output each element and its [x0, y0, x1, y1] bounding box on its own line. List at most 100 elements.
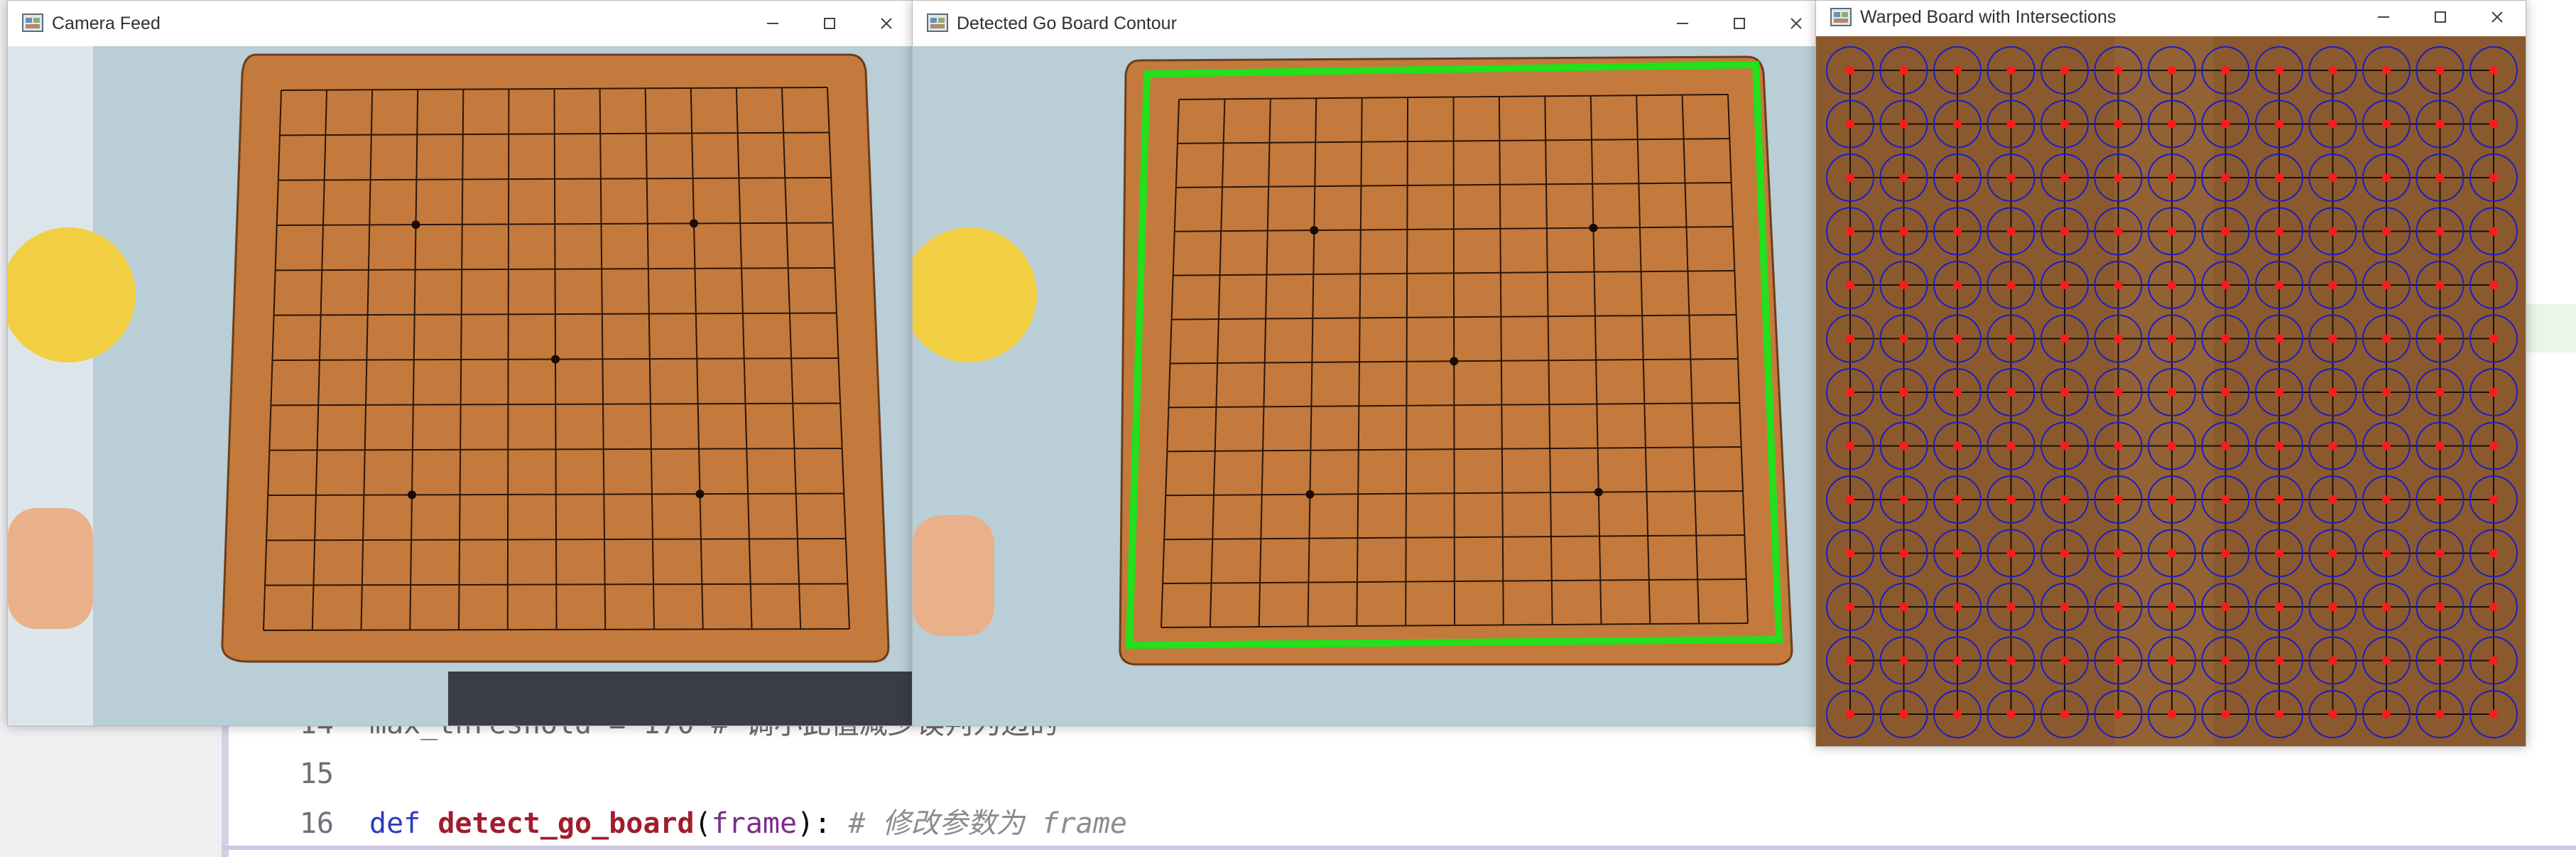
- maximize-button[interactable]: [801, 1, 858, 46]
- intersection-dot: [2114, 334, 2123, 343]
- intersection-dot: [1953, 388, 1962, 397]
- star-point: [411, 220, 420, 230]
- intersection-dot: [1899, 388, 1908, 397]
- close-icon: [2491, 11, 2503, 23]
- contour-image: [913, 46, 1825, 726]
- intersection-dot: [2435, 603, 2445, 611]
- intersection-dot: [1899, 119, 1908, 129]
- intersection-dot: [2006, 388, 2016, 397]
- intersection-dot: [2060, 227, 2069, 236]
- window-titlebar[interactable]: Camera Feed: [8, 1, 915, 46]
- intersection-dot: [2168, 441, 2176, 451]
- minimize-button[interactable]: [744, 1, 801, 46]
- intersection-dot: [2435, 495, 2445, 504]
- intersection-dot: [2435, 441, 2445, 451]
- intersection-dot: [2006, 227, 2016, 236]
- intersection-dot: [1899, 173, 1908, 182]
- intersection-dot: [2382, 227, 2391, 236]
- star-point: [408, 490, 416, 500]
- intersection-dot: [1899, 710, 1908, 718]
- window-titlebar[interactable]: Warped Board with Intersections: [1816, 1, 2526, 36]
- intersection-dot: [2435, 656, 2445, 665]
- intersection-dot: [2060, 334, 2069, 343]
- intersection-dot: [1953, 710, 1962, 718]
- intersection-dot: [2006, 495, 2016, 504]
- warped-board-window[interactable]: Warped Board with Intersections: [1815, 0, 2526, 747]
- intersection-dot: [2435, 334, 2445, 343]
- star-point: [1450, 357, 1459, 366]
- intersection-dot: [1846, 334, 1854, 343]
- intersection-dot: [2489, 388, 2498, 397]
- warped-board-canvas: [1816, 36, 2526, 746]
- window-titlebar[interactable]: Detected Go Board Contour: [913, 1, 1825, 46]
- intersection-dot: [1899, 495, 1908, 504]
- intersection-dot: [2060, 66, 2069, 75]
- intersection-dot: [2489, 119, 2498, 129]
- intersection-dot: [2114, 495, 2123, 504]
- intersection-dot: [1899, 281, 1908, 289]
- intersection-dot: [2221, 173, 2230, 182]
- function-name: detect_go_board: [438, 807, 695, 840]
- intersection-dot: [1953, 495, 1962, 504]
- close-button[interactable]: [2469, 1, 2526, 33]
- intersection-dot: [2275, 549, 2283, 558]
- minimize-button[interactable]: [1654, 1, 1711, 46]
- intersection-dot: [2382, 656, 2391, 665]
- intersection-dot: [2114, 119, 2123, 129]
- intersection-dot: [1953, 441, 1962, 451]
- intersection-dot: [2382, 388, 2391, 397]
- intersection-dot: [2328, 441, 2337, 451]
- intersection-dot: [2221, 603, 2230, 611]
- star-point: [551, 355, 560, 364]
- intersection-dot: [1899, 603, 1908, 611]
- detected-contour-window[interactable]: Detected Go Board Contour: [912, 0, 1825, 726]
- intersection-dot: [2328, 388, 2337, 397]
- intersection-dot: [2006, 66, 2016, 75]
- opencv-window-icon: [22, 14, 43, 32]
- intersection-dot: [2275, 173, 2283, 182]
- intersection-dot: [1953, 227, 1962, 236]
- maximize-button[interactable]: [2412, 1, 2469, 33]
- intersection-dot: [1846, 656, 1854, 665]
- intersection-dot: [2168, 173, 2176, 182]
- intersection-dot: [2060, 173, 2069, 182]
- intersection-dot: [2382, 281, 2391, 289]
- intersection-dot: [2275, 656, 2283, 665]
- intersection-dot: [2168, 495, 2176, 504]
- intersection-dot: [2275, 388, 2283, 397]
- editor-current-line-highlight: [2523, 304, 2576, 352]
- intersection-dot: [2006, 441, 2016, 451]
- intersection-dot: [2382, 334, 2391, 343]
- intersection-dot: [1846, 441, 1854, 451]
- code-line-def: def detect_go_board(frame): # 修改参数为 fram…: [369, 799, 1127, 848]
- intersection-dot: [2489, 227, 2498, 236]
- intersection-dot: [2382, 173, 2391, 182]
- intersection-dot: [1846, 227, 1854, 236]
- intersection-dot: [1846, 388, 1854, 397]
- intersection-dot: [2114, 441, 2123, 451]
- punctuation: ):: [797, 807, 832, 840]
- intersection-dot: [2275, 603, 2283, 611]
- camera-feed-window[interactable]: Camera Feed: [7, 0, 915, 726]
- intersection-dot: [2221, 549, 2230, 558]
- intersection-dot: [2328, 119, 2337, 129]
- intersection-dot: [2060, 656, 2069, 665]
- intersection-dot: [1846, 549, 1854, 558]
- close-button[interactable]: [858, 1, 915, 46]
- minimize-icon: [2378, 16, 2389, 18]
- contour-canvas: [913, 46, 1825, 726]
- intersection-dot: [2221, 66, 2230, 75]
- intersection-dot: [2168, 66, 2176, 75]
- maximize-button[interactable]: [1711, 1, 1768, 46]
- line-number: 15: [299, 758, 334, 790]
- intersection-dot: [2489, 281, 2498, 289]
- intersection-dot: [2328, 495, 2337, 504]
- intersection-dot: [2328, 656, 2337, 665]
- star-point: [690, 219, 698, 228]
- intersection-dot: [1953, 281, 1962, 289]
- intersection-dot: [2328, 603, 2337, 611]
- intersection-dot: [2221, 656, 2230, 665]
- intersection-dot: [2275, 227, 2283, 236]
- minimize-button[interactable]: [2355, 1, 2412, 33]
- intersection-dot: [2060, 603, 2069, 611]
